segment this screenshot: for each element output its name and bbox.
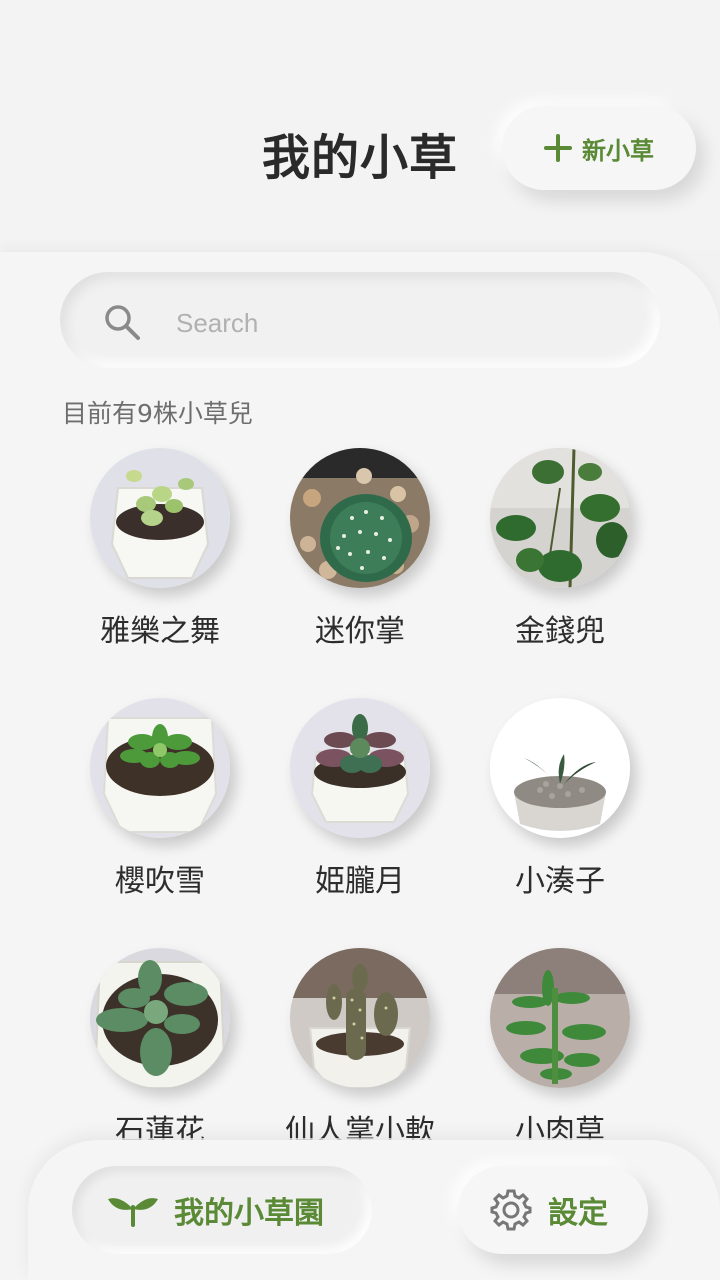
plant-card-8[interactable]: 小肉草 bbox=[460, 948, 660, 1168]
plant-photo bbox=[90, 698, 230, 838]
plant-name: 金錢兜 bbox=[515, 614, 605, 649]
plant-photo bbox=[490, 698, 630, 838]
gear-icon bbox=[490, 1189, 532, 1231]
plant-card-0[interactable]: 雅樂之舞 bbox=[60, 448, 260, 668]
nav-my-garden[interactable]: 我的小草園 bbox=[72, 1166, 372, 1254]
search-icon bbox=[105, 305, 140, 340]
plant-card-5[interactable]: 小湊子 bbox=[460, 698, 660, 918]
sprout-icon bbox=[108, 1198, 158, 1227]
plant-name: 小湊子 bbox=[515, 864, 605, 899]
plant-name: 姫朧月 bbox=[315, 864, 405, 899]
plant-name: 雅樂之舞 bbox=[100, 614, 220, 649]
plant-photo bbox=[290, 448, 430, 588]
nav-settings-label: 設定 bbox=[548, 1196, 608, 1231]
plant-photo bbox=[290, 698, 430, 838]
new-plant-label: 新小草 bbox=[582, 136, 654, 165]
plus-icon bbox=[544, 134, 572, 162]
plant-name: 迷你掌 bbox=[315, 614, 405, 649]
plant-photo bbox=[490, 448, 630, 588]
plant-name: 櫻吹雪 bbox=[115, 864, 205, 899]
plant-card-1[interactable]: 迷你掌 bbox=[260, 448, 460, 668]
search-input[interactable] bbox=[176, 300, 616, 346]
new-plant-button[interactable]: 新小草 bbox=[502, 106, 696, 190]
plant-photo bbox=[90, 448, 230, 588]
plant-card-3[interactable]: 櫻吹雪 bbox=[60, 698, 260, 918]
plant-photo bbox=[290, 948, 430, 1088]
plant-card-6[interactable]: 石蓮花 bbox=[60, 948, 260, 1168]
plant-photo bbox=[490, 948, 630, 1088]
plant-count: 目前有9株小草兒 bbox=[62, 399, 253, 428]
nav-my-garden-label: 我的小草園 bbox=[174, 1196, 324, 1231]
nav-settings[interactable]: 設定 bbox=[458, 1166, 648, 1254]
plant-card-7[interactable]: 仙人掌小軟 bbox=[260, 948, 460, 1168]
plant-card-4[interactable]: 姫朧月 bbox=[260, 698, 460, 918]
plant-photo bbox=[90, 948, 230, 1088]
plant-card-2[interactable]: 金錢兜 bbox=[460, 448, 660, 668]
